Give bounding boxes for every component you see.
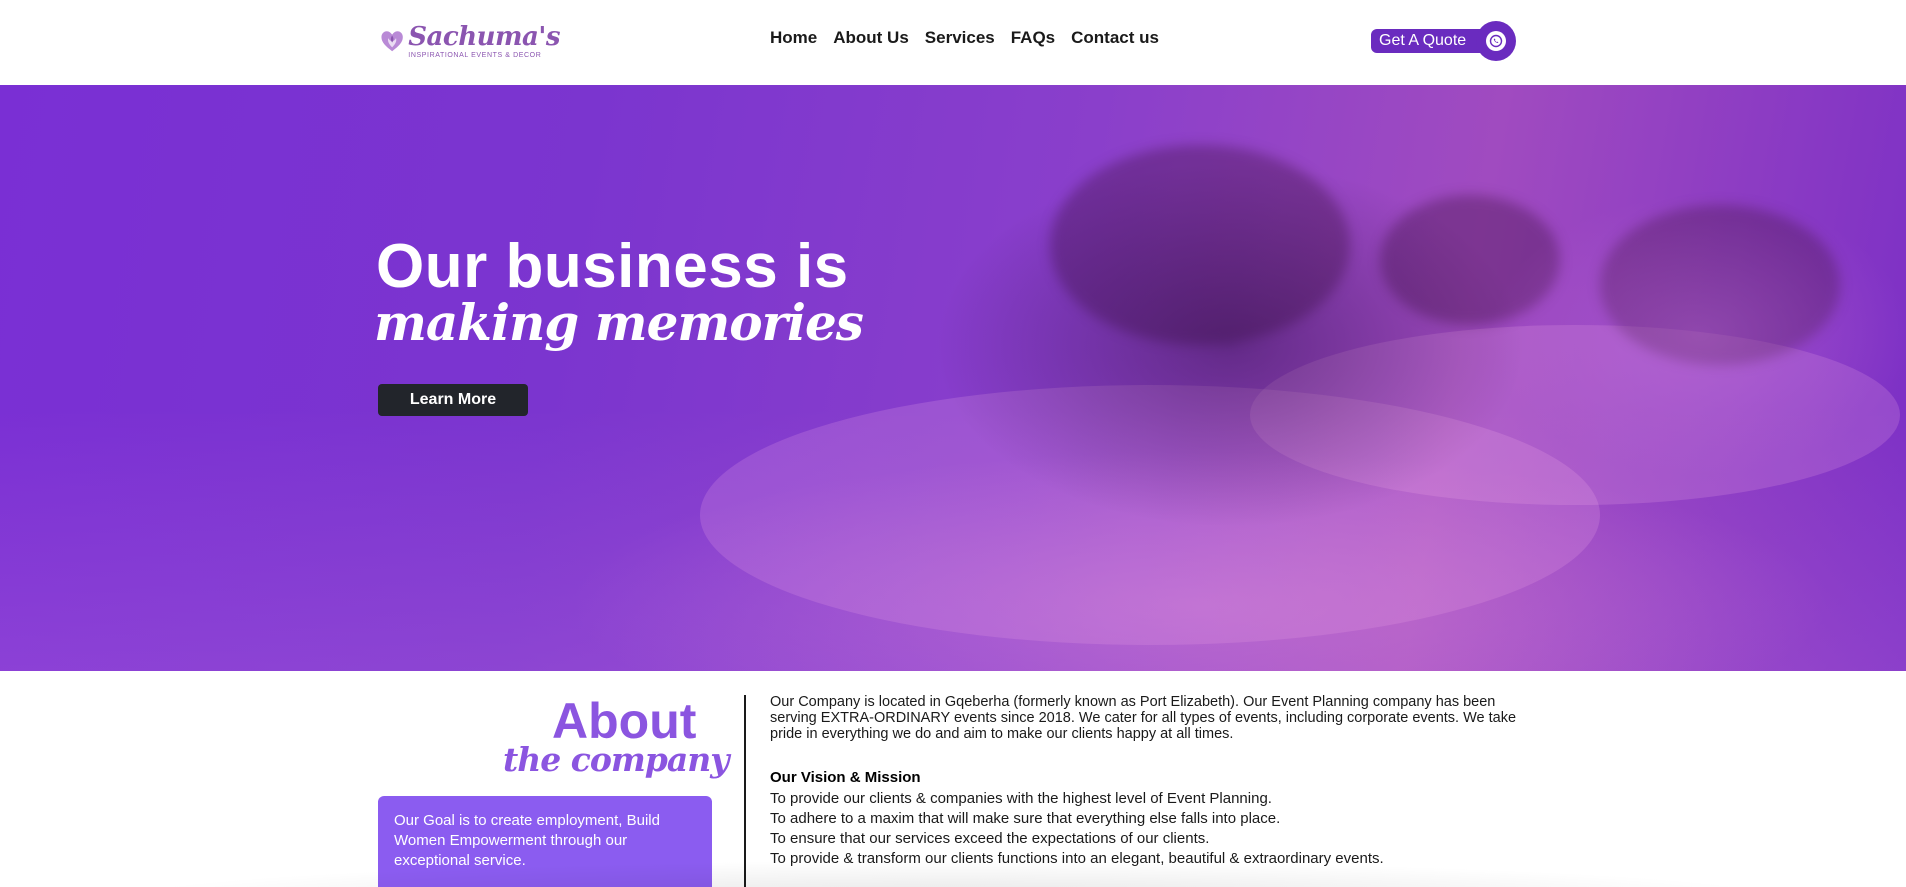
brand-name: Sachuma's [408,21,560,52]
hero-banner: Our business is making memories Learn Mo… [0,85,1906,671]
about-description: Our Company is located in Gqeberha (form… [770,694,1517,742]
learn-more-button[interactable]: Learn More [378,384,528,416]
goal-text: Our Goal is to create employment, Build … [394,812,660,869]
vision-item: To ensure that our services exceed the e… [770,830,1210,847]
about-subtitle: the company [503,740,729,779]
goal-box: Our Goal is to create employment, Build … [378,796,712,887]
vision-title: Our Vision & Mission [770,769,921,786]
heart-flower-icon [381,31,403,52]
vision-item: To adhere to a maxim that will make sure… [770,810,1281,827]
get-a-quote-button[interactable]: Get A Quote [1371,21,1517,61]
section-divider [744,695,746,887]
hero-title: Our business is [376,232,849,301]
nav-services[interactable]: Services [925,28,995,48]
hero-subtitle: making memories [374,293,864,352]
nav-faqs[interactable]: FAQs [1011,28,1055,48]
nav-contact-us[interactable]: Contact us [1071,28,1159,48]
get-a-quote-label[interactable]: Get A Quote [1371,29,1491,53]
site-header: Sachuma's INSPIRATIONAL EVENTS & DECOR H… [0,0,1906,85]
nav-home[interactable]: Home [770,28,817,48]
whatsapp-button[interactable] [1476,21,1517,61]
main-nav: Home About Us Services FAQs Contact us [770,28,1159,48]
brand-tagline: INSPIRATIONAL EVENTS & DECOR [408,51,542,59]
whatsapp-icon [1486,31,1507,51]
hero-overlay [0,85,1906,671]
nav-about-us[interactable]: About Us [833,28,909,48]
brand-logo[interactable]: Sachuma's INSPIRATIONAL EVENTS & DECOR [380,18,560,64]
vision-list: To provide our clients & companies with … [770,789,1384,869]
vision-item: To provide & transform our clients funct… [770,850,1384,867]
vision-item: To provide our clients & companies with … [770,790,1272,807]
